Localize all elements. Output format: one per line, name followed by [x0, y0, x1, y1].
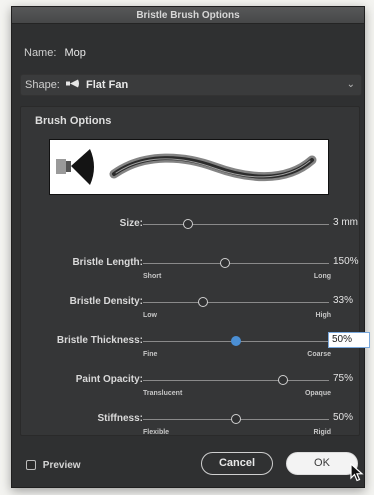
- slider-label: Bristle Density:: [69, 296, 143, 307]
- slider-max-label: Coarse: [307, 351, 331, 358]
- flat-fan-brush-preview-icon: [56, 149, 94, 185]
- preview-label: Preview: [42, 460, 81, 471]
- name-field[interactable]: Mop: [64, 47, 85, 59]
- slider-thumb[interactable]: [182, 219, 193, 229]
- brush-options-group: Brush Options Size: 3 mm Bristle Length: Sh…: [20, 106, 370, 436]
- name-row: Name: Mop: [24, 47, 86, 59]
- slider-value[interactable]: 50%: [333, 412, 353, 423]
- slider-track[interactable]: [143, 224, 329, 225]
- slider-track[interactable]: [143, 263, 329, 264]
- slider-min-label: Translucent: [143, 390, 183, 397]
- slider-thumb[interactable]: [231, 336, 241, 346]
- slider-min-label: Low: [143, 312, 157, 319]
- slider-value[interactable]: 150%: [333, 256, 359, 267]
- slider-track[interactable]: [143, 302, 329, 303]
- slider-label: Bristle Length:: [72, 257, 143, 268]
- slider-row: Bristle Density: Low High 33%: [21, 295, 361, 332]
- mouse-pointer-icon: [350, 462, 364, 488]
- slider-min-label: Flexible: [143, 429, 170, 436]
- slider-thumb[interactable]: [197, 297, 208, 307]
- slider-thumb[interactable]: [231, 414, 241, 424]
- slider-row: Bristle Thickness: Fine Coarse 50%: [21, 332, 370, 371]
- slider-min-label: Fine: [143, 351, 158, 358]
- slider-row: Bristle Length: Short Long 150%: [21, 256, 361, 293]
- shape-dropdown[interactable]: Shape: Flat Fan ⌄: [20, 74, 362, 96]
- slider-min-label: Short: [143, 273, 162, 280]
- slider-thumb[interactable]: [219, 258, 230, 268]
- slider-max-label: Opaque: [304, 390, 331, 397]
- slider-label: Paint Opacity:: [75, 374, 143, 385]
- slider-row: Size: 3 mm: [21, 217, 361, 254]
- flat-fan-brush-icon: [65, 75, 80, 95]
- brush-options-title: Brush Options: [35, 115, 112, 127]
- shape-label: Shape:: [25, 79, 60, 91]
- slider-track[interactable]: [143, 380, 329, 381]
- chevron-down-icon: ⌄: [346, 79, 355, 90]
- bristle-brush-options-dialog: Bristle Brush Options Name: Mop Shape: F…: [11, 6, 370, 488]
- slider-value-text: 50%: [332, 334, 353, 345]
- slider-row: Paint Opacity: Translucent Opaque 75%: [21, 373, 361, 410]
- ok-button[interactable]: OK: [286, 452, 358, 475]
- slider-value[interactable]: 33%: [333, 295, 353, 306]
- dialog-title: Bristle Brush Options: [12, 7, 364, 24]
- slider-max-label: Long: [313, 273, 331, 280]
- name-label: Name:: [24, 47, 57, 59]
- slider-label: Size:: [119, 218, 143, 229]
- slider-label: Bristle Thickness:: [56, 335, 143, 346]
- preview-checkbox[interactable]: Preview: [26, 460, 81, 471]
- slider-label: Stiffness:: [97, 413, 143, 424]
- slider-value[interactable]: 75%: [333, 373, 353, 384]
- shape-value: Flat Fan: [86, 79, 129, 91]
- slider-value[interactable]: 3 mm: [333, 217, 358, 228]
- slider-thumb[interactable]: [277, 375, 288, 385]
- slider-value-field[interactable]: 50%: [328, 332, 370, 348]
- slider-max-label: Rigid: [313, 429, 332, 436]
- slider-max-label: High: [315, 312, 331, 319]
- cancel-button[interactable]: Cancel: [201, 452, 273, 475]
- brush-stroke-preview: [49, 139, 329, 195]
- slider-row: Stiffness: Flexible Rigid 50%: [21, 412, 361, 449]
- checkbox-box[interactable]: [26, 460, 36, 471]
